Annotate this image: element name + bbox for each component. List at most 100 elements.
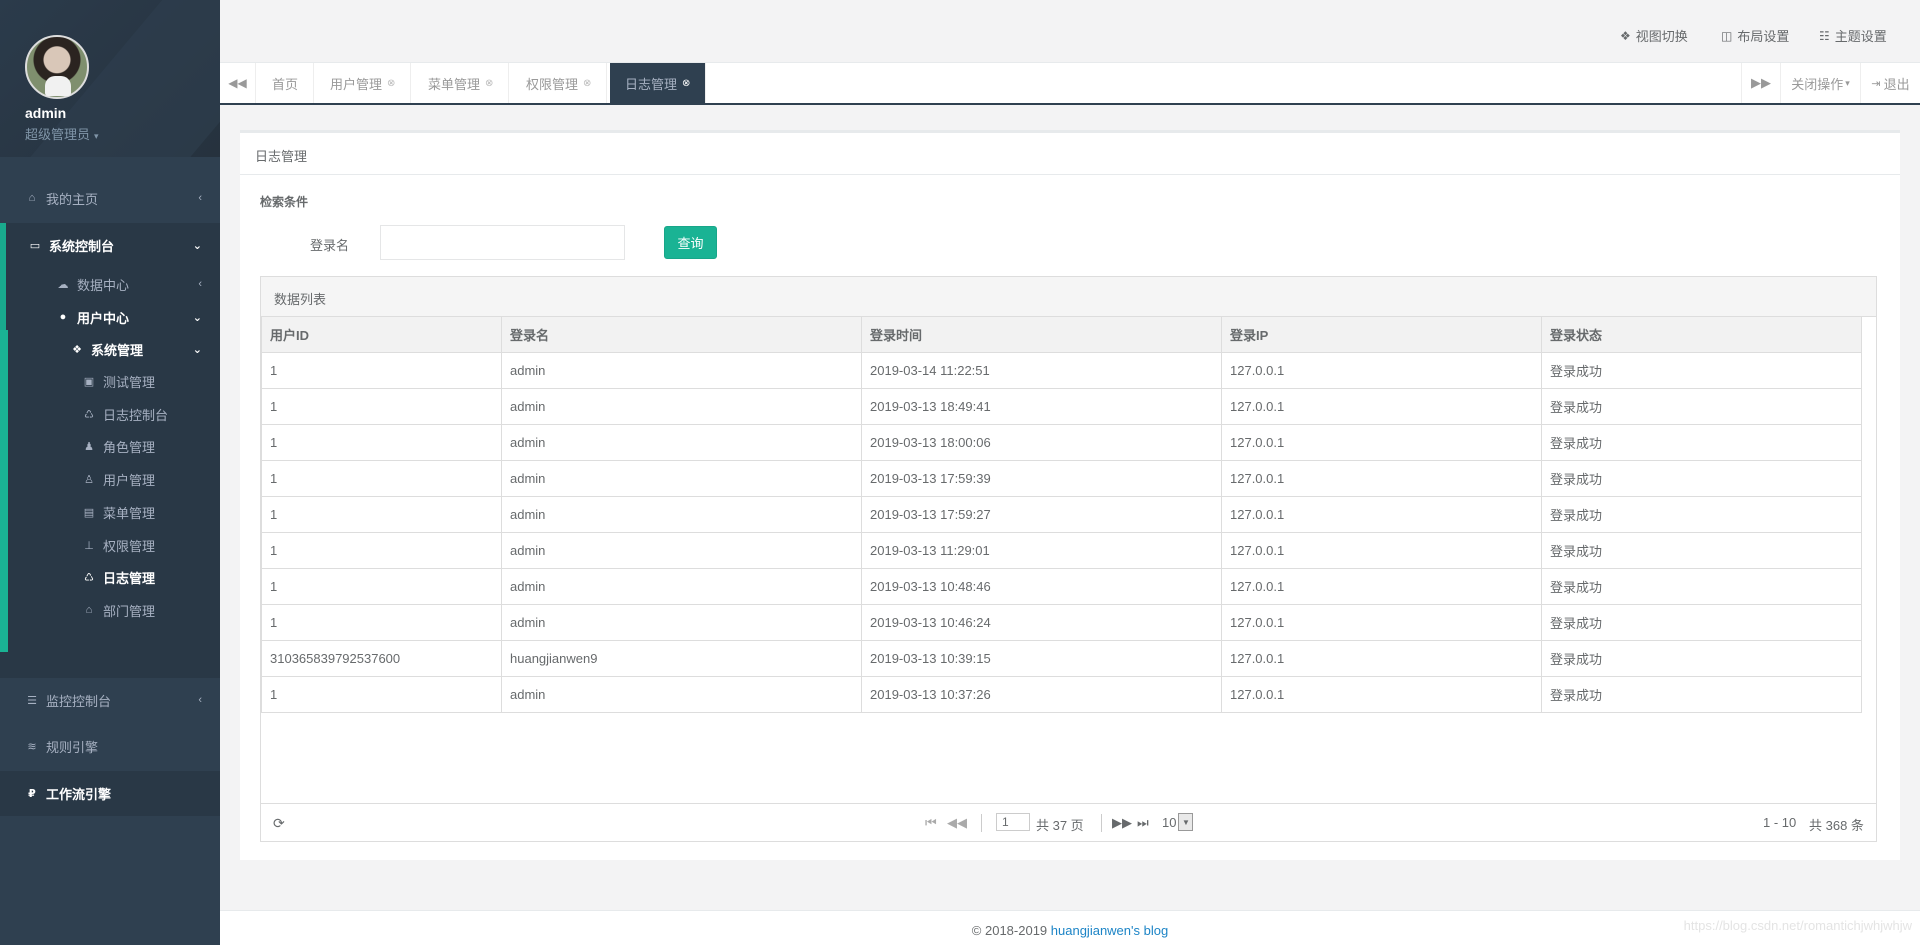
table-cell: admin [501, 459, 862, 497]
table-row[interactable]: 1 admin 2019-03-13 11:29:01 127.0.0.1 登录成功 [261, 531, 1862, 569]
close-tab-icon[interactable]: ⊗ [682, 78, 690, 89]
table-cell: 1 [261, 531, 502, 569]
panel-title: 日志管理 [240, 133, 1900, 175]
table-row[interactable]: 1 admin 2019-03-13 18:49:41 127.0.0.1 登录成功 [261, 387, 1862, 425]
table-cell: admin [501, 603, 862, 641]
table-cell: 127.0.0.1 [1221, 495, 1542, 533]
tab-user-management[interactable]: 用户管理 ⊗ [315, 63, 412, 103]
table-cell: 2019-03-13 10:37:26 [861, 675, 1222, 713]
sidebar-item-data-center[interactable]: ☁ 数据中心 ‹ [0, 273, 220, 295]
sidebar-item-home[interactable]: ⌂ 我的主页 ‹ [0, 187, 220, 209]
table-cell: 1 [261, 387, 502, 425]
table-cell: 127.0.0.1 [1221, 459, 1542, 497]
table-cell: 1 [261, 459, 502, 497]
sidebar-item-log-console[interactable]: ♺ 日志控制台 [0, 403, 220, 425]
close-tab-icon[interactable]: ⊗ [583, 78, 591, 89]
sidebar-item-log-management[interactable]: ♺ 日志管理 [0, 566, 220, 588]
table-row[interactable]: 1 admin 2019-03-13 18:00:06 127.0.0.1 登录成功 [261, 423, 1862, 461]
table-row[interactable]: 1 admin 2019-03-13 17:59:39 127.0.0.1 登录成功 [261, 459, 1862, 497]
table-row[interactable]: 1 admin 2019-03-14 11:22:51 127.0.0.1 登录成功 [261, 351, 1862, 389]
sidebar-item-monitor-console[interactable]: ☰ 监控控制台 ‹ [0, 689, 220, 711]
table-cell: admin [501, 495, 862, 533]
range-text: 1 - 10 [1763, 815, 1797, 830]
log-table: 用户ID 登录名 登录时间 登录IP 登录状态 1 admin 2019-03-14… [261, 317, 1862, 713]
page-size-select[interactable]: 10 ▼ [1162, 813, 1194, 831]
tab-permission-management[interactable]: 权限管理 ⊗ [511, 63, 608, 103]
chevron-left-icon: ‹ [198, 278, 202, 290]
login-name-input[interactable] [380, 225, 625, 260]
first-page-icon[interactable]: ⏮ [925, 815, 937, 831]
home-icon: ⌂ [28, 192, 36, 204]
sidebar-item-role-management[interactable]: ♟ 角色管理 [0, 435, 220, 457]
last-page-icon[interactable]: ⏭ [1137, 815, 1149, 831]
sign-out-icon: ⇥ [1871, 77, 1881, 90]
table-row[interactable]: 1 admin 2019-03-13 17:59:27 127.0.0.1 登录成功 [261, 495, 1862, 533]
tabs-next-button[interactable]: ▶▶ [1741, 63, 1780, 103]
avatar[interactable] [25, 35, 89, 99]
table-cell: 2019-03-13 18:00:06 [861, 423, 1222, 461]
column-header[interactable]: 登录名 [501, 317, 862, 353]
theme-settings-button[interactable]: ☷ 主题设置 [1819, 26, 1887, 45]
cloud-icon: ☁ [57, 278, 69, 291]
pagination-bar: ⟳ ⏮ ◀◀ 共 37 页 ▶▶ ⏭ 10▼ 1 - 10 共 368 条 [261, 803, 1876, 841]
chevron-down-icon: ⌄ [192, 311, 202, 324]
sidebar-item-system-console[interactable]: ▭ 系统控制台 ⌄ [0, 234, 220, 256]
sidebar-item-rule-engine[interactable]: ≋ 规则引擎 [0, 735, 220, 757]
table-cell: 310365839792537600 [261, 639, 502, 677]
sitemap-icon: ⊥ [84, 539, 94, 552]
caret-down-icon: ▾ [94, 131, 99, 141]
sidebar-item-menu-management[interactable]: ▤ 菜单管理 [0, 501, 220, 523]
total-count-text: 共 368 条 [1809, 818, 1864, 833]
tabs-prev-button[interactable]: ◀◀ [220, 63, 256, 103]
chevron-left-icon: ‹ [198, 694, 202, 706]
view-switch-button[interactable]: ❖ 视图切换 [1620, 26, 1688, 45]
top-bar: ❖ 视图切换 ◫ 布局设置 ☷ 主题设置 [220, 2, 1920, 63]
table-row[interactable]: 1 admin 2019-03-13 10:46:24 127.0.0.1 登录成功 [261, 603, 1862, 641]
tab-log-management[interactable]: 日志管理 ⊗ [610, 63, 707, 103]
table-header-row: 用户ID 登录名 登录时间 登录IP 登录状态 [261, 317, 1862, 353]
table-cell: huangjianwen9 [501, 639, 862, 677]
table-row[interactable]: 1 admin 2019-03-13 10:48:46 127.0.0.1 登录成功 [261, 567, 1862, 605]
prev-page-icon[interactable]: ◀◀ [947, 815, 967, 831]
chevron-left-icon: ‹ [198, 192, 202, 204]
table-cell: admin [501, 351, 862, 389]
close-tab-icon[interactable]: ⊗ [387, 78, 395, 89]
table-cell: 登录成功 [1541, 351, 1862, 389]
layout-settings-button[interactable]: ◫ 布局设置 [1721, 26, 1789, 45]
close-tab-icon[interactable]: ⊗ [485, 78, 493, 89]
sidebar-item-permission-management[interactable]: ⊥ 权限管理 [0, 534, 220, 556]
table-cell: 登录成功 [1541, 675, 1862, 713]
sidebar-item-user-management[interactable]: ♙ 用户管理 [0, 468, 220, 490]
table-cell: 1 [261, 351, 502, 389]
page-number-input[interactable] [996, 813, 1030, 831]
sidebar-item-test-management[interactable]: ▣ 测试管理 [0, 370, 220, 392]
tab-menu-management[interactable]: 菜单管理 ⊗ [413, 63, 510, 103]
backward-icon: ◀◀ [228, 76, 247, 90]
logout-button[interactable]: ⇥ 退出 [1860, 63, 1920, 103]
table-cell: 127.0.0.1 [1221, 675, 1542, 713]
table-cell: 2019-03-13 17:59:39 [861, 459, 1222, 497]
grid-title: 数据列表 [261, 277, 1876, 317]
sidebar-item-user-center[interactable]: ● 用户中心 ⌄ [0, 306, 220, 328]
sidebar-item-workflow-engine[interactable]: ₽ 工作流引擎 [0, 782, 220, 804]
column-header[interactable]: 登录时间 [861, 317, 1222, 353]
column-header[interactable]: 用户ID [261, 317, 502, 353]
monitor-icon: ▭ [29, 239, 41, 252]
sidebar-item-system-management[interactable]: ❖ 系统管理 ⌄ [0, 338, 220, 360]
tab-home[interactable]: 首页 [257, 63, 315, 103]
user-role-dropdown[interactable]: 超级管理员 ▾ [25, 124, 99, 143]
column-header[interactable]: 登录IP [1221, 317, 1542, 353]
server-icon: ☷ [1819, 28, 1830, 43]
close-operations-dropdown[interactable]: 关闭操作 ▾ [1780, 63, 1860, 103]
ruble-icon: ₽ [28, 787, 36, 800]
list-icon: ☰ [27, 694, 37, 707]
table-row[interactable]: 310365839792537600 huangjianwen9 2019-03-1… [261, 639, 1862, 677]
column-header[interactable]: 登录状态 [1541, 317, 1862, 353]
sidebar-item-department-management[interactable]: ⌂ 部门管理 [0, 599, 220, 621]
refresh-icon[interactable]: ⟳ [273, 815, 285, 832]
table-cell: 2019-03-13 10:39:15 [861, 639, 1222, 677]
blog-link[interactable]: huangjianwen's blog [1051, 923, 1168, 938]
next-page-icon[interactable]: ▶▶ [1112, 815, 1132, 831]
table-row[interactable]: 1 admin 2019-03-13 10:37:26 127.0.0.1 登录成功 [261, 675, 1862, 713]
query-button[interactable]: 查询 [664, 226, 717, 259]
